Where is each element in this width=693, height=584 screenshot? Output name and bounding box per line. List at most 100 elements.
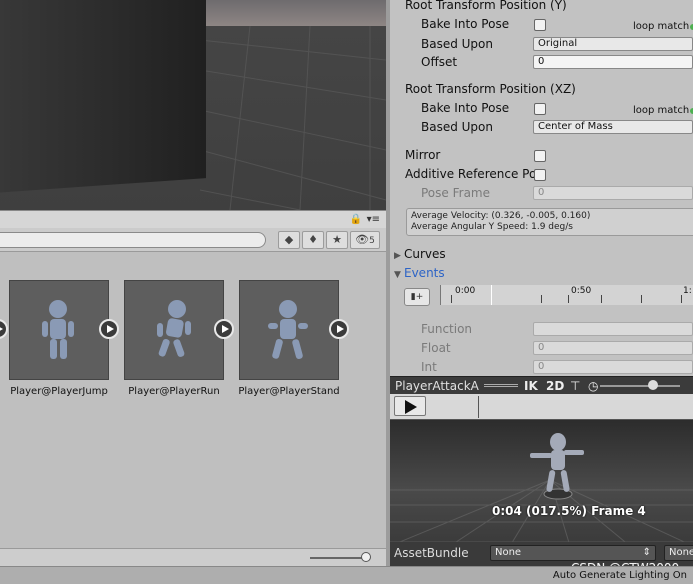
function-field	[533, 322, 693, 336]
asset-label: Player@PlayerJump	[10, 386, 108, 397]
float-label: Float	[421, 341, 451, 355]
root-xz-bake-checkbox[interactable]	[534, 103, 546, 115]
add-event-icon: ▮+	[410, 292, 424, 302]
asset-item[interactable]: Player@PlayerStand	[233, 280, 345, 397]
character-icon	[157, 300, 191, 357]
root-xz-based-upon-dropdown[interactable]: Center of Mass	[533, 120, 693, 134]
pose-frame-label: Pose Frame	[421, 186, 490, 200]
int-label: Int	[421, 360, 437, 374]
timeline-tick-label: 1:	[683, 286, 692, 296]
project-toolbar: ◆ ♦ ★ 👁5	[0, 228, 386, 252]
thumbnail-size-slider-knob[interactable]	[361, 552, 371, 562]
inspector-panel: Root Transform Position (Y) Bake Into Po…	[390, 0, 693, 376]
assetbundle-variant-dropdown[interactable]: None	[664, 545, 693, 561]
root-y-based-upon-dropdown[interactable]: Original	[533, 37, 693, 51]
event-timeline[interactable]: 0:00 0:50 1:	[440, 285, 693, 305]
timeline-tick-label: 0:00	[455, 286, 476, 296]
asset-thumbnail[interactable]	[239, 280, 339, 380]
preview-title: PlayerAttackA	[395, 379, 479, 393]
function-label: Function	[421, 322, 473, 336]
play-button[interactable]	[394, 396, 426, 416]
additive-reference-checkbox[interactable]	[534, 169, 546, 181]
animation-preview-view[interactable]: 0:04 (017.5%) Frame 4	[390, 420, 693, 546]
timeline-tick	[568, 295, 569, 303]
scene-cube[interactable]	[0, 0, 206, 194]
preview-frame-readout: 0:04 (017.5%) Frame 4	[492, 504, 646, 518]
preview-playbar	[390, 394, 693, 420]
playback-speed-track[interactable]	[600, 385, 680, 387]
root-y-bake-checkbox[interactable]	[534, 19, 546, 31]
project-assets-grid: Player@PlayerJump Player@PlayerRun Playe…	[0, 252, 386, 548]
timeline-tick	[681, 295, 682, 303]
dropdown-arrow-icon: ⇕	[642, 547, 651, 558]
pivot-icon[interactable]: ⊤	[570, 379, 580, 393]
add-event-button[interactable]: ▮+	[404, 288, 430, 306]
root-y-offset-field[interactable]: 0	[533, 55, 693, 69]
preview-header: PlayerAttackA IK 2D ⊤ ◷	[390, 376, 693, 394]
timeline-cursor[interactable]	[491, 285, 492, 305]
asset-item[interactable]: Player@PlayerJump	[3, 280, 115, 397]
asset-thumbnail[interactable]	[9, 280, 109, 380]
scene-view[interactable]	[0, 0, 386, 210]
preview-floor-grid	[390, 433, 693, 546]
assetbundle-name-dropdown[interactable]: None ⇕	[490, 545, 656, 561]
preview-scrubber[interactable]	[478, 396, 479, 418]
timeline-tick	[601, 295, 602, 303]
2d-toggle[interactable]: 2D	[546, 379, 564, 393]
filter-label-icon[interactable]: ♦	[302, 231, 324, 249]
favorite-star-icon[interactable]: ★	[326, 231, 348, 249]
root-xz-header: Root Transform Position (XZ)	[405, 82, 576, 96]
root-xz-based-upon-label: Based Upon	[421, 120, 493, 134]
average-angular-text: Average Angular Y Speed: 1.9 deg/s	[411, 222, 573, 232]
assetbundle-name-value: None	[495, 547, 522, 558]
curves-foldout[interactable]: ▶ Curves	[394, 247, 446, 261]
ik-toggle[interactable]: IK	[524, 379, 538, 393]
project-footer	[0, 548, 386, 566]
status-bar: Auto Generate Lighting On	[0, 566, 693, 584]
filter-type-icon[interactable]: ◆	[278, 231, 300, 249]
play-icon[interactable]	[214, 319, 234, 339]
mirror-label: Mirror	[405, 148, 441, 162]
expanded-arrow-icon: ▼	[394, 270, 401, 280]
int-field: 0	[533, 360, 693, 374]
search-input[interactable]	[0, 232, 266, 248]
curves-label: Curves	[404, 247, 446, 261]
menu-icon[interactable]: ▾≡	[367, 214, 380, 225]
asset-thumbnail[interactable]	[124, 280, 224, 380]
character-icon	[42, 300, 74, 359]
root-y-based-upon-label: Based Upon	[421, 37, 493, 51]
average-velocity-info: Average Velocity: (0.326, -0.005, 0.160)…	[406, 208, 693, 236]
root-y-header: Root Transform Position (Y)	[405, 0, 567, 12]
playback-speed-knob[interactable]	[648, 380, 658, 390]
hidden-count: 5	[369, 236, 375, 246]
hidden-packages-button[interactable]: 👁5	[350, 231, 380, 249]
asset-item[interactable]: Player@PlayerRun	[118, 280, 230, 397]
assetbundle-label: AssetBundle	[394, 546, 469, 560]
timeline-tick	[451, 295, 452, 303]
status-text: Auto Generate Lighting On	[552, 570, 687, 581]
events-label: Events	[404, 266, 445, 280]
mirror-checkbox[interactable]	[534, 150, 546, 162]
float-field: 0	[533, 341, 693, 355]
timeline-tick	[541, 295, 542, 303]
thumbnail-size-slider-track[interactable]	[310, 557, 368, 559]
events-foldout[interactable]: ▼ Events	[394, 266, 445, 280]
play-icon[interactable]	[329, 319, 349, 339]
root-y-offset-label: Offset	[421, 55, 458, 69]
additive-reference-label: Additive Reference Po	[405, 167, 537, 181]
preview-drag-handle[interactable]	[484, 384, 518, 387]
asset-label: Player@PlayerRun	[128, 386, 220, 397]
timeline-tick	[641, 295, 642, 303]
character-icon	[268, 300, 308, 360]
root-xz-loop-match: loop match	[633, 105, 690, 116]
root-y-bake-label: Bake Into Pose	[421, 17, 510, 31]
asset-label: Player@PlayerStand	[238, 386, 340, 397]
speed-icon[interactable]: ◷	[588, 379, 598, 393]
collapsed-arrow-icon: ▶	[394, 251, 401, 261]
root-xz-bake-label: Bake Into Pose	[421, 101, 510, 115]
play-icon[interactable]	[99, 319, 119, 339]
lock-icon[interactable]: 🔒	[350, 214, 362, 225]
eye-slash-icon: 👁	[355, 233, 370, 246]
average-velocity-text: Average Velocity: (0.326, -0.005, 0.160)	[411, 211, 591, 221]
root-y-loop-match: loop match	[633, 21, 690, 32]
